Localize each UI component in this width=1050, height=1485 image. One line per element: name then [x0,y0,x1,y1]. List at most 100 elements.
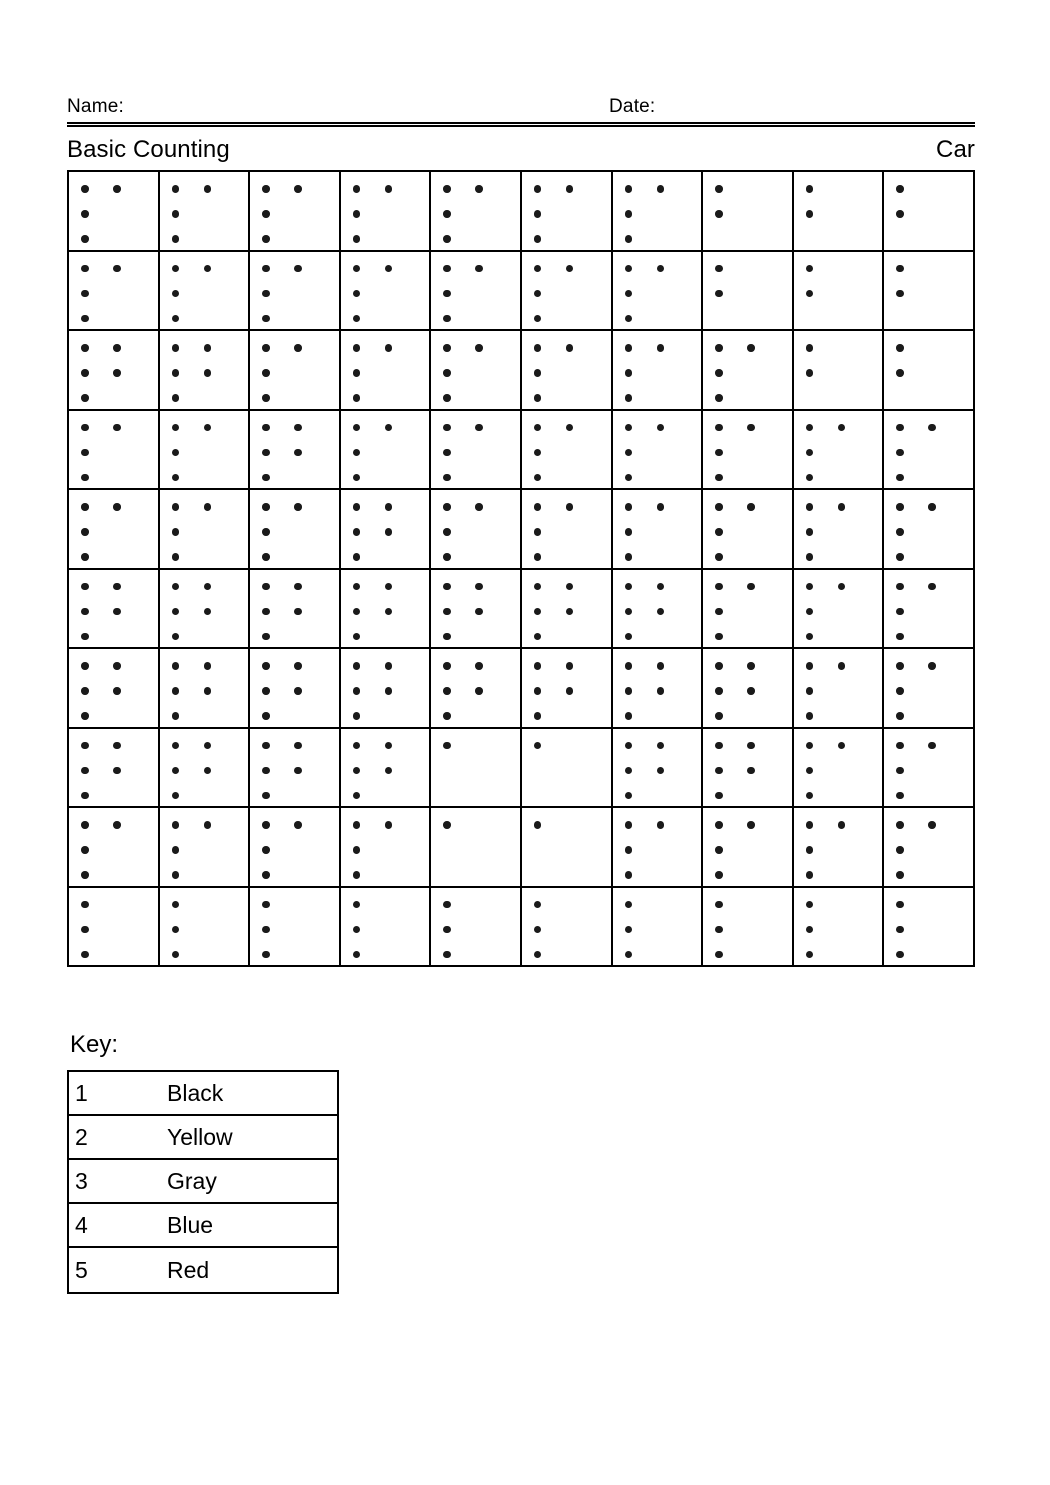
grid-cell[interactable] [612,331,704,411]
grid-cell[interactable] [521,172,613,252]
grid-cell[interactable] [612,649,704,729]
grid-cell[interactable] [703,887,794,967]
grid-cell[interactable] [159,410,251,490]
grid-cell[interactable] [69,649,160,729]
grid-cell[interactable] [250,172,341,252]
grid-cell[interactable] [250,808,341,888]
grid-cell[interactable] [69,808,160,888]
grid-cell[interactable] [884,331,975,411]
grid-cell[interactable] [340,172,432,252]
grid-cell[interactable] [340,728,432,808]
grid-cell[interactable] [250,251,341,331]
grid-cell[interactable] [793,331,885,411]
grid-cell[interactable] [612,887,704,967]
grid-cell[interactable] [612,569,704,649]
grid-cell[interactable] [793,172,885,252]
grid-cell[interactable] [703,172,794,252]
grid-cell[interactable] [612,410,704,490]
grid-cell[interactable] [612,808,704,888]
grid-cell[interactable] [884,172,975,252]
grid-cell[interactable] [521,251,613,331]
grid-cell[interactable] [521,331,613,411]
grid-cell[interactable] [431,490,522,570]
grid-cell[interactable] [340,410,432,490]
grid-cell[interactable] [340,808,432,888]
grid-cell[interactable] [884,808,975,888]
grid-cell[interactable] [340,331,432,411]
grid-cell[interactable] [431,728,522,808]
grid-cell[interactable] [703,490,794,570]
grid-cell[interactable] [250,887,341,967]
grid-cell[interactable] [521,649,613,729]
grid-cell[interactable] [793,887,885,967]
grid-cell[interactable] [250,649,341,729]
grid-cell[interactable] [884,490,975,570]
grid-cell[interactable] [703,331,794,411]
grid-cell[interactable] [703,808,794,888]
grid-cell[interactable] [69,887,160,967]
grid-cell[interactable] [69,172,160,252]
grid-cell[interactable] [884,251,975,331]
grid-cell[interactable] [703,410,794,490]
grid-cell[interactable] [159,808,251,888]
grid-cell[interactable] [521,808,613,888]
grid-cell[interactable] [884,410,975,490]
grid-cell[interactable] [431,808,522,888]
grid-cell[interactable] [340,569,432,649]
grid-cell[interactable] [159,649,251,729]
grid-cell[interactable] [159,490,251,570]
grid-cell[interactable] [69,490,160,570]
grid-cell[interactable] [703,649,794,729]
grid-cell[interactable] [521,887,613,967]
grid-cell[interactable] [793,490,885,570]
grid-cell[interactable] [431,649,522,729]
grid-cell[interactable] [340,887,432,967]
grid-cell[interactable] [521,410,613,490]
grid-cell[interactable] [612,728,704,808]
grid-cell[interactable] [431,569,522,649]
grid-cell[interactable] [159,728,251,808]
grid-cell[interactable] [703,728,794,808]
grid-cell[interactable] [431,410,522,490]
grid-cell[interactable] [69,728,160,808]
grid-cell[interactable] [69,410,160,490]
grid-cell[interactable] [159,331,251,411]
grid-cell[interactable] [431,331,522,411]
grid-cell[interactable] [793,569,885,649]
grid-cell[interactable] [793,649,885,729]
grid-cell[interactable] [703,251,794,331]
grid-cell[interactable] [250,728,341,808]
grid-cell[interactable] [69,331,160,411]
grid-cell[interactable] [884,569,975,649]
grid-cell[interactable] [69,569,160,649]
grid-cell[interactable] [884,649,975,729]
grid-cell[interactable] [521,728,613,808]
grid-cell[interactable] [250,569,341,649]
grid-cell[interactable] [521,490,613,570]
grid-cell[interactable] [612,490,704,570]
grid-cell[interactable] [340,649,432,729]
grid-cell[interactable] [69,251,160,331]
grid-cell[interactable] [340,251,432,331]
grid-cell[interactable] [431,887,522,967]
grid-cell[interactable] [793,410,885,490]
grid-cell[interactable] [159,887,251,967]
grid-cell[interactable] [612,172,704,252]
grid-cell[interactable] [159,172,251,252]
grid-cell[interactable] [884,887,975,967]
grid-cell[interactable] [521,569,613,649]
grid-cell[interactable] [884,728,975,808]
grid-cell[interactable] [250,490,341,570]
grid-cell[interactable] [159,251,251,331]
grid-cell[interactable] [340,490,432,570]
grid-cell[interactable] [793,251,885,331]
grid-cell[interactable] [612,251,704,331]
grid-cell[interactable] [431,251,522,331]
grid-cell[interactable] [159,569,251,649]
grid-cell[interactable] [250,331,341,411]
grid-cell[interactable] [431,172,522,252]
grid-cell[interactable] [793,728,885,808]
grid-cell[interactable] [703,569,794,649]
grid-cell[interactable] [250,410,341,490]
grid-cell[interactable] [793,808,885,888]
